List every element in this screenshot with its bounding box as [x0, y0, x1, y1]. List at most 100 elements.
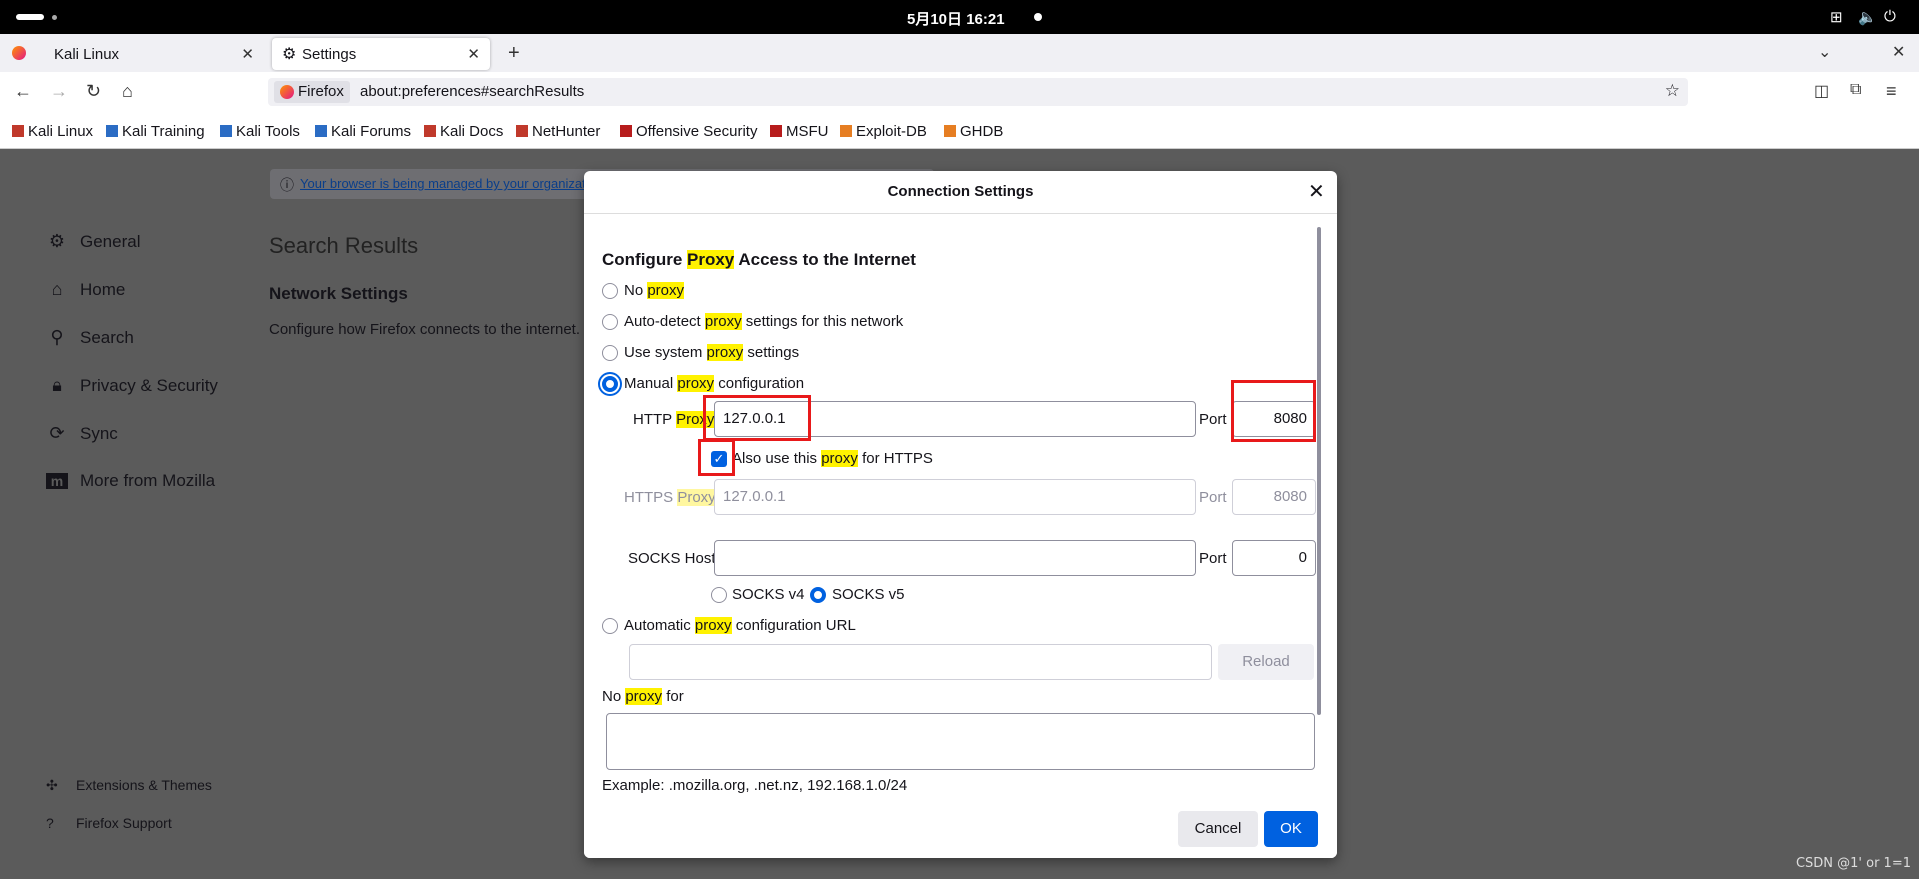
option-highlight: proxy	[821, 450, 858, 467]
volume-icon[interactable]: 🔈	[1858, 8, 1877, 26]
gear-icon: ⚙	[282, 46, 297, 63]
tab-strip: Kali Linux ✕ ⚙ Settings ✕ + ⌄ ✕	[0, 34, 1919, 72]
label-text: HTTPS	[624, 489, 678, 506]
sync-icon: ⟳	[49, 423, 65, 443]
menu-icon[interactable]: ≡	[1886, 81, 1897, 102]
bookmark-item[interactable]: NetHunter	[516, 123, 600, 140]
label-highlight: Proxy	[677, 489, 716, 506]
sidebar-item-home[interactable]: ⌂ Home	[46, 279, 126, 300]
option-highlight: proxy	[647, 282, 685, 299]
input-value: 0	[1298, 549, 1307, 566]
label-text: HTTP	[633, 411, 677, 428]
sidebar-item-privacy[interactable]: 🔒︎ Privacy & Security	[46, 375, 218, 396]
forward-arrow-icon[interactable]: →	[50, 81, 68, 102]
dialog-scrollbar[interactable]	[1317, 227, 1321, 715]
tab-label: Kali Linux	[54, 46, 120, 63]
close-icon[interactable]: ✕	[467, 45, 480, 63]
manual-proxy-radio[interactable]	[602, 376, 618, 392]
network-settings-desc: Configure how Firefox connects to the in…	[269, 321, 581, 338]
back-arrow-icon[interactable]: ←	[14, 81, 32, 102]
auto-detect-radio[interactable]	[602, 314, 618, 330]
reload-button[interactable]: Reload	[1218, 644, 1314, 680]
sidebar-firefox-support[interactable]: ? Firefox Support	[46, 815, 172, 831]
network-icon[interactable]: ⊞	[1830, 8, 1843, 26]
https-port-label: Port	[1199, 489, 1227, 506]
system-top-bar: 5月10日 16:21 ⊞ 🔈 ⏻	[0, 0, 1919, 34]
bookmark-item[interactable]: Kali Forums	[315, 123, 411, 140]
extensions-icon[interactable]: ⧉	[1850, 81, 1861, 99]
bookmark-item[interactable]: Kali Tools	[220, 123, 300, 140]
sidebar-item-more-from-mozilla[interactable]: m More from Mozilla	[46, 471, 215, 491]
socks-host-input[interactable]	[714, 540, 1196, 576]
auto-config-url-label[interactable]: Automatic proxy configuration URL	[624, 617, 856, 634]
kali-icon	[12, 125, 24, 137]
also-https-label[interactable]: Also use this proxy for HTTPS	[732, 450, 933, 467]
socks-v5-radio[interactable]	[810, 587, 826, 603]
bookmark-item[interactable]: Kali Docs	[424, 123, 503, 140]
https-port-input[interactable]: 8080	[1232, 479, 1316, 515]
bookmark-item[interactable]: MSFU	[770, 123, 829, 140]
option-text: settings	[743, 344, 800, 361]
bookmark-item[interactable]: Kali Training	[106, 123, 205, 140]
dialog-header: Connection Settings ✕	[584, 171, 1337, 214]
new-tab-plus-icon[interactable]: +	[508, 42, 520, 65]
reload-icon[interactable]: ↻	[86, 81, 101, 102]
notification-dot-icon	[1034, 13, 1042, 21]
url-text[interactable]: about:preferences#searchResults	[360, 83, 584, 100]
bookmark-item[interactable]: Exploit-DB	[840, 123, 927, 140]
url-bar[interactable]: Firefox about:preferences#searchResults …	[268, 78, 1688, 106]
socks-v4-radio[interactable]	[711, 587, 727, 603]
close-window-icon[interactable]: ✕	[1892, 42, 1905, 62]
http-port-label: Port	[1199, 411, 1227, 428]
network-settings-title: Network Settings	[269, 284, 408, 303]
lock-icon: 🔒︎	[52, 375, 62, 395]
auto-detect-label[interactable]: Auto-detect proxy settings for this netw…	[624, 313, 903, 330]
system-proxy-label[interactable]: Use system proxy settings	[624, 344, 799, 361]
no-proxy-for-label: No proxy for	[602, 688, 684, 705]
auto-config-url-input[interactable]	[629, 644, 1212, 680]
cancel-button[interactable]: Cancel	[1178, 811, 1258, 847]
heading-text: Access to the Internet	[734, 250, 916, 269]
socks-v4-label[interactable]: SOCKS v4	[732, 586, 805, 603]
identity-label: Firefox	[298, 83, 344, 100]
no-proxy-radio[interactable]	[602, 283, 618, 299]
tab-settings[interactable]: ⚙ Settings ✕	[272, 38, 490, 70]
power-icon[interactable]: ⏻	[1884, 8, 1896, 25]
sidebar-item-label: Sync	[80, 424, 118, 443]
socks-v5-label[interactable]: SOCKS v5	[832, 586, 905, 603]
manual-proxy-label[interactable]: Manual proxy configuration	[624, 375, 804, 392]
no-proxy-for-textarea[interactable]	[606, 713, 1315, 770]
sidebar-item-general[interactable]: ⚙ General	[46, 231, 141, 252]
close-icon[interactable]: ✕	[241, 45, 254, 63]
ok-button[interactable]: OK	[1264, 811, 1318, 847]
socks-port-input[interactable]: 0	[1232, 540, 1316, 576]
bookmark-item[interactable]: GHDB	[944, 123, 1003, 140]
pocket-icon[interactable]: ◫	[1814, 81, 1829, 101]
sidebar-item-sync[interactable]: ⟳ Sync	[46, 423, 118, 444]
no-proxy-label[interactable]: No proxy	[624, 282, 685, 299]
managed-notice-link[interactable]: Your browser is being managed by your or…	[300, 176, 589, 191]
home-icon[interactable]: ⌂	[122, 81, 133, 102]
bookmark-item[interactable]: Kali Linux	[12, 123, 93, 140]
identity-box[interactable]: Firefox	[274, 81, 350, 103]
help-icon: ?	[46, 815, 54, 831]
https-proxy-input[interactable]: 127.0.0.1	[714, 479, 1196, 515]
option-text: for HTTPS	[857, 450, 933, 467]
system-proxy-radio[interactable]	[602, 345, 618, 361]
system-clock[interactable]: 5月10日 16:21	[907, 8, 1005, 29]
option-highlight: proxy	[706, 344, 744, 361]
firefox-view-icon[interactable]	[12, 46, 26, 60]
no-proxy-example: Example: .mozilla.org, .net.nz, 192.168.…	[602, 777, 908, 794]
sidebar-item-search[interactable]: ⚲ Search	[46, 327, 133, 348]
sidebar-extensions-themes[interactable]: ✣ Extensions & Themes	[46, 777, 212, 794]
option-highlight: proxy	[677, 375, 715, 392]
chevron-down-icon[interactable]: ⌄	[1818, 42, 1831, 62]
bookmark-star-icon[interactable]: ☆	[1665, 81, 1680, 101]
activities-indicator[interactable]	[16, 14, 44, 20]
auto-config-url-radio[interactable]	[602, 618, 618, 634]
dialog-heading: Configure Proxy Access to the Internet	[602, 250, 916, 270]
docs-icon	[424, 125, 436, 137]
close-icon[interactable]: ✕	[1308, 179, 1325, 204]
bookmark-item[interactable]: Offensive Security	[620, 123, 757, 140]
tab-kali-linux[interactable]: Kali Linux ✕	[40, 38, 264, 70]
